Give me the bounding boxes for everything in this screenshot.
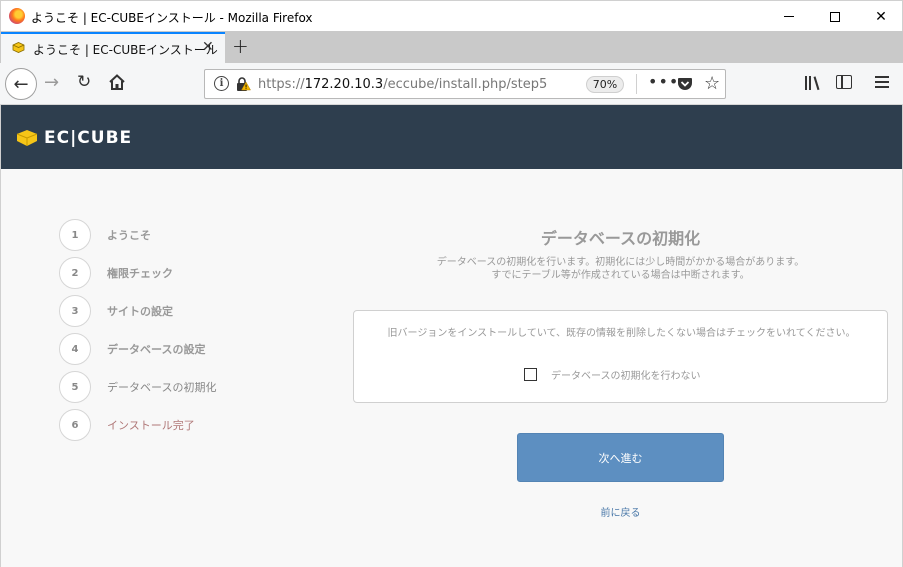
url-text[interactable]: https://172.20.10.3/eccube/install.php/s… <box>258 77 547 92</box>
next-button[interactable]: 次へ進む <box>517 433 724 482</box>
sidebar-toggle-icon[interactable] <box>836 75 852 89</box>
minimize-icon <box>784 16 794 17</box>
step-label: ようこそ <box>107 229 151 242</box>
home-button[interactable] <box>108 73 126 91</box>
step-item: 3 サイトの設定 <box>59 295 319 333</box>
hamburger-menu-icon[interactable] <box>875 76 889 88</box>
back-button[interactable]: ← <box>5 68 37 100</box>
skip-db-init-checkbox[interactable] <box>524 368 537 381</box>
step-label: データベースの初期化 <box>107 381 217 394</box>
install-steps: 1 ようこそ 2 権限チェック 3 サイトの設定 4 データベースの設定 5 デ… <box>59 219 319 447</box>
page-title: データベースの初期化 <box>540 229 701 248</box>
step-item: 4 データベースの設定 <box>59 333 319 371</box>
url-scheme: https:// <box>258 77 305 92</box>
eccube-logo: EC|CUBE <box>16 128 132 148</box>
skip-db-init-label[interactable]: データベースの初期化を行わない <box>551 367 701 382</box>
firefox-logo-icon <box>9 8 25 24</box>
maximize-button[interactable] <box>812 1 858 32</box>
page-actions-button[interactable]: ••• <box>648 72 679 91</box>
window-titlebar: ようこそ | EC-CUBEインストール - Mozilla Firefox ✕ <box>0 0 903 31</box>
url-bar-divider <box>636 74 637 94</box>
step-label: インストール完了 <box>107 419 195 432</box>
pocket-icon[interactable] <box>677 77 693 91</box>
step-label: 権限チェック <box>107 267 173 280</box>
site-header: EC|CUBE <box>1 105 902 169</box>
tab-strip: ようこそ | EC-CUBEインストール ✕ + <box>0 31 903 63</box>
close-window-button[interactable]: ✕ <box>858 1 903 32</box>
step-number: 4 <box>59 333 91 365</box>
site-info-icon[interactable]: i <box>214 76 229 91</box>
step-number: 1 <box>59 219 91 251</box>
eccube-logo-text: EC|CUBE <box>44 128 133 148</box>
options-panel: 旧バージョンをインストールしていて、既存の情報を削除したくない場合はチェックをい… <box>353 310 888 403</box>
step-number: 2 <box>59 257 91 289</box>
navigation-toolbar: ← → ↻ i https://172.20.10.3/eccube/insta… <box>0 63 903 105</box>
reload-button[interactable]: ↻ <box>77 72 91 92</box>
insecure-lock-icon[interactable] <box>235 76 251 92</box>
web-page: EC|CUBE 1 ようこそ 2 権限チェック 3 サイトの設定 4 データベー… <box>0 105 903 567</box>
eccube-logo-icon <box>16 130 38 146</box>
back-link[interactable]: 前に戻る <box>517 504 724 519</box>
url-host: 172.20.10.3 <box>304 77 384 92</box>
window-title: ようこそ | EC-CUBEインストール - Mozilla Firefox <box>31 11 313 25</box>
tab-close-icon[interactable]: ✕ <box>202 39 214 55</box>
step-item: 1 ようこそ <box>59 219 319 257</box>
zoom-level-badge[interactable]: 70% <box>586 76 624 93</box>
forward-button[interactable]: → <box>44 72 59 93</box>
description-line: すでにテーブル等が作成されている場合は中断されます。 <box>491 270 750 281</box>
new-tab-button[interactable]: + <box>232 34 249 58</box>
skip-db-init-option[interactable]: データベースの初期化を行わない <box>524 367 701 382</box>
url-bar[interactable]: i https://172.20.10.3/eccube/install.php… <box>204 69 726 99</box>
minimize-button[interactable] <box>766 1 812 32</box>
step-item: 2 権限チェック <box>59 257 319 295</box>
tab-active[interactable]: ようこそ | EC-CUBEインストール ✕ <box>1 32 225 63</box>
library-icon[interactable] <box>804 75 822 91</box>
step-item-current: 5 データベースの初期化 <box>59 371 319 409</box>
back-arrow-icon: ← <box>13 73 29 95</box>
tab-title: ようこそ | EC-CUBEインストール <box>33 43 218 57</box>
url-path: /eccube/install.php/step5 <box>383 77 548 92</box>
step-label: サイトの設定 <box>107 305 173 318</box>
step-label: データベースの設定 <box>107 343 206 356</box>
page-description: データベースの初期化を行います。初期化には少し時間がかかる場合があります。 すで… <box>353 256 888 282</box>
step-item: 6 インストール完了 <box>59 409 319 447</box>
step-number: 3 <box>59 295 91 327</box>
eccube-favicon-icon <box>12 42 25 53</box>
close-icon: ✕ <box>875 8 887 25</box>
maximize-icon <box>830 11 840 22</box>
panel-note: 旧バージョンをインストールしていて、既存の情報を削除したくない場合はチェックをい… <box>387 328 856 339</box>
step-number: 6 <box>59 409 91 441</box>
bookmark-star-icon[interactable]: ☆ <box>704 73 720 94</box>
description-line: データベースの初期化を行います。初期化には少し時間がかかる場合があります。 <box>436 257 805 268</box>
step-number: 5 <box>59 371 91 403</box>
